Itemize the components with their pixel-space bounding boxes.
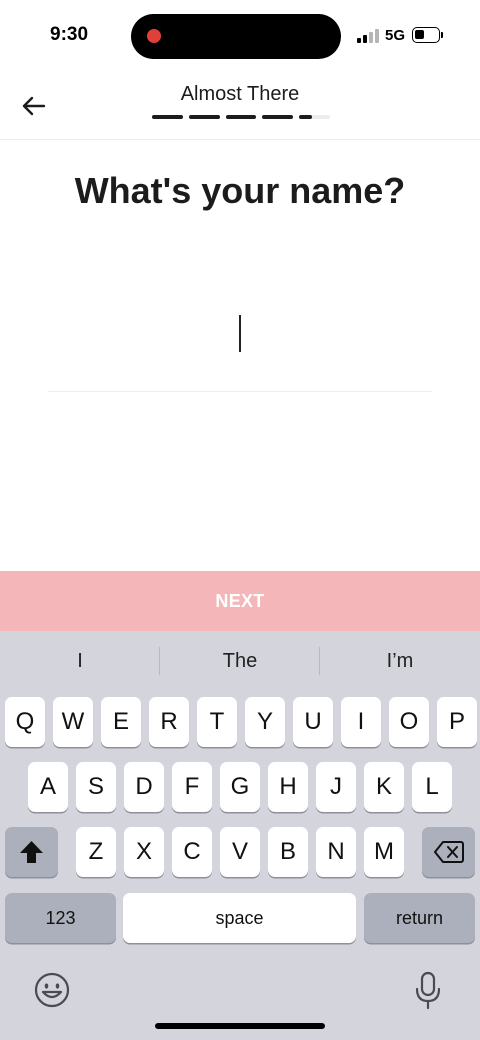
backspace-icon [434, 841, 464, 863]
suggestion-1[interactable]: I [0, 631, 160, 691]
network-type: 5G [385, 27, 406, 44]
key-u[interactable]: U [293, 697, 333, 747]
recording-dot-icon [147, 29, 161, 43]
suggestion-2[interactable]: The [160, 631, 320, 691]
key-n[interactable]: N [316, 827, 356, 877]
key-h[interactable]: H [268, 762, 308, 812]
key-m[interactable]: M [364, 827, 404, 877]
key-r[interactable]: R [149, 697, 189, 747]
key-w[interactable]: W [53, 697, 93, 747]
progress-segment-fill [262, 115, 294, 119]
status-bar: 9:30 5G [0, 0, 480, 72]
shift-key[interactable] [5, 827, 58, 877]
key-d[interactable]: D [124, 762, 164, 812]
input-underline [48, 391, 432, 392]
key-c[interactable]: C [172, 827, 212, 877]
key-q[interactable]: Q [5, 697, 45, 747]
status-time: 9:30 [50, 24, 89, 45]
text-caret [239, 315, 241, 352]
home-indicator [155, 1023, 325, 1029]
key-s[interactable]: S [76, 762, 116, 812]
key-e[interactable]: E [101, 697, 141, 747]
numbers-key[interactable]: 123 [5, 893, 116, 943]
suggestion-3[interactable]: I’m [320, 631, 480, 691]
progress-segment-fill [152, 115, 183, 119]
shift-icon [20, 841, 43, 863]
microphone-icon [415, 971, 441, 1010]
return-key[interactable]: return [364, 893, 475, 943]
key-y[interactable]: Y [245, 697, 285, 747]
emoji-icon [34, 972, 70, 1008]
key-a[interactable]: A [28, 762, 68, 812]
progress-segment-fill [188, 115, 220, 119]
key-x[interactable]: X [124, 827, 164, 877]
key-l[interactable]: L [412, 762, 452, 812]
emoji-button[interactable] [33, 971, 71, 1009]
key-b[interactable]: B [268, 827, 308, 877]
page-title: What's your name? [74, 170, 406, 211]
signal-strength-icon [357, 29, 379, 43]
key-k[interactable]: K [364, 762, 404, 812]
progress-indicator [152, 115, 330, 119]
key-t[interactable]: T [197, 697, 237, 747]
header-title: Almost There [180, 83, 300, 105]
battery-nub [441, 32, 443, 38]
key-j[interactable]: J [316, 762, 356, 812]
key-o[interactable]: O [389, 697, 429, 747]
onboarding-header: Almost There [0, 72, 480, 140]
next-button[interactable]: NEXT [0, 571, 480, 631]
progress-segment-fill [299, 115, 312, 119]
space-key[interactable]: space [123, 893, 356, 943]
delete-key[interactable] [422, 827, 475, 877]
key-i[interactable]: I [341, 697, 381, 747]
progress-segment-fill [225, 115, 257, 119]
dynamic-island [131, 14, 341, 59]
battery-icon [412, 27, 440, 43]
key-v[interactable]: V [220, 827, 260, 877]
key-f[interactable]: F [172, 762, 212, 812]
key-p[interactable]: P [437, 697, 477, 747]
dictation-button[interactable] [414, 971, 442, 1011]
key-g[interactable]: G [220, 762, 260, 812]
keyboard: I The I’m QWERTYUIOPASDFGHJKLZXCVBNM 123… [0, 631, 480, 1040]
key-z[interactable]: Z [76, 827, 116, 877]
suggestion-bar: I The I’m [0, 631, 480, 691]
